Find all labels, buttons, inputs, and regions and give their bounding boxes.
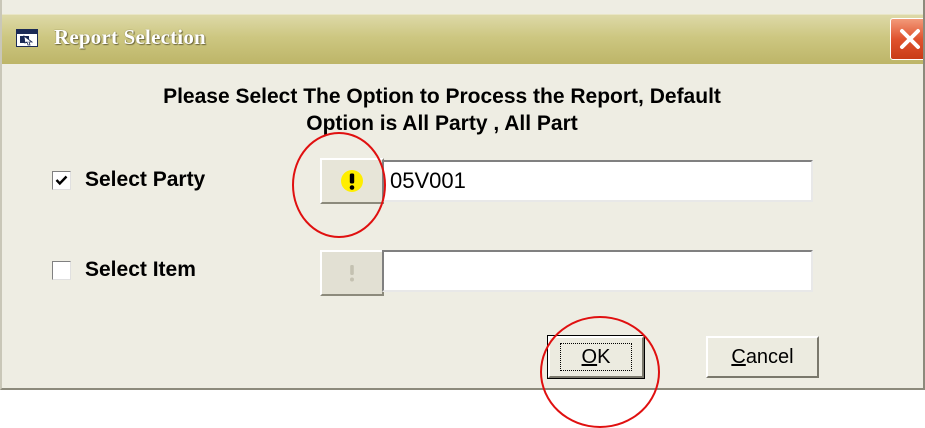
cancel-mnemonic: C [731, 346, 746, 368]
party-lookup-button[interactable] [320, 158, 384, 204]
item-code-input[interactable] [382, 250, 813, 292]
select-party-row[interactable]: Select Party [52, 168, 205, 192]
ok-button-label: OK [582, 346, 611, 368]
close-icon [900, 29, 920, 49]
ok-label-rest: K [597, 346, 611, 368]
window-title: Report Selection [54, 25, 206, 49]
item-lookup-button[interactable] [320, 250, 384, 296]
report-selection-dialog: Report Selection Please Select The Optio… [0, 0, 925, 390]
ok-mnemonic: O [581, 346, 598, 368]
select-item-row[interactable]: Select Item [52, 258, 196, 282]
exclamation-icon [350, 265, 354, 282]
exclamation-icon [341, 170, 363, 192]
select-item-label: Select Item [85, 258, 196, 281]
close-button[interactable] [890, 18, 923, 60]
instruction-line-2: Option is All Party , All Part [306, 112, 578, 135]
select-item-checkbox[interactable] [52, 260, 71, 280]
ok-button[interactable]: OK [547, 335, 645, 379]
party-code-input[interactable]: 05V001 [382, 160, 813, 202]
select-party-checkbox[interactable] [52, 170, 71, 190]
cancel-button-label: Cancel [731, 346, 793, 368]
select-party-label: Select Party [85, 168, 206, 191]
title-bar[interactable]: Report Selection [2, 14, 923, 64]
cancel-button[interactable]: Cancel [706, 336, 819, 378]
window-icon [16, 29, 38, 47]
checkmark-icon [55, 175, 68, 185]
cancel-label-rest: ancel [745, 346, 794, 368]
instruction-line-1: Please Select The Option to Process the … [163, 85, 721, 108]
instruction-heading: Please Select The Option to Process the … [2, 83, 882, 137]
